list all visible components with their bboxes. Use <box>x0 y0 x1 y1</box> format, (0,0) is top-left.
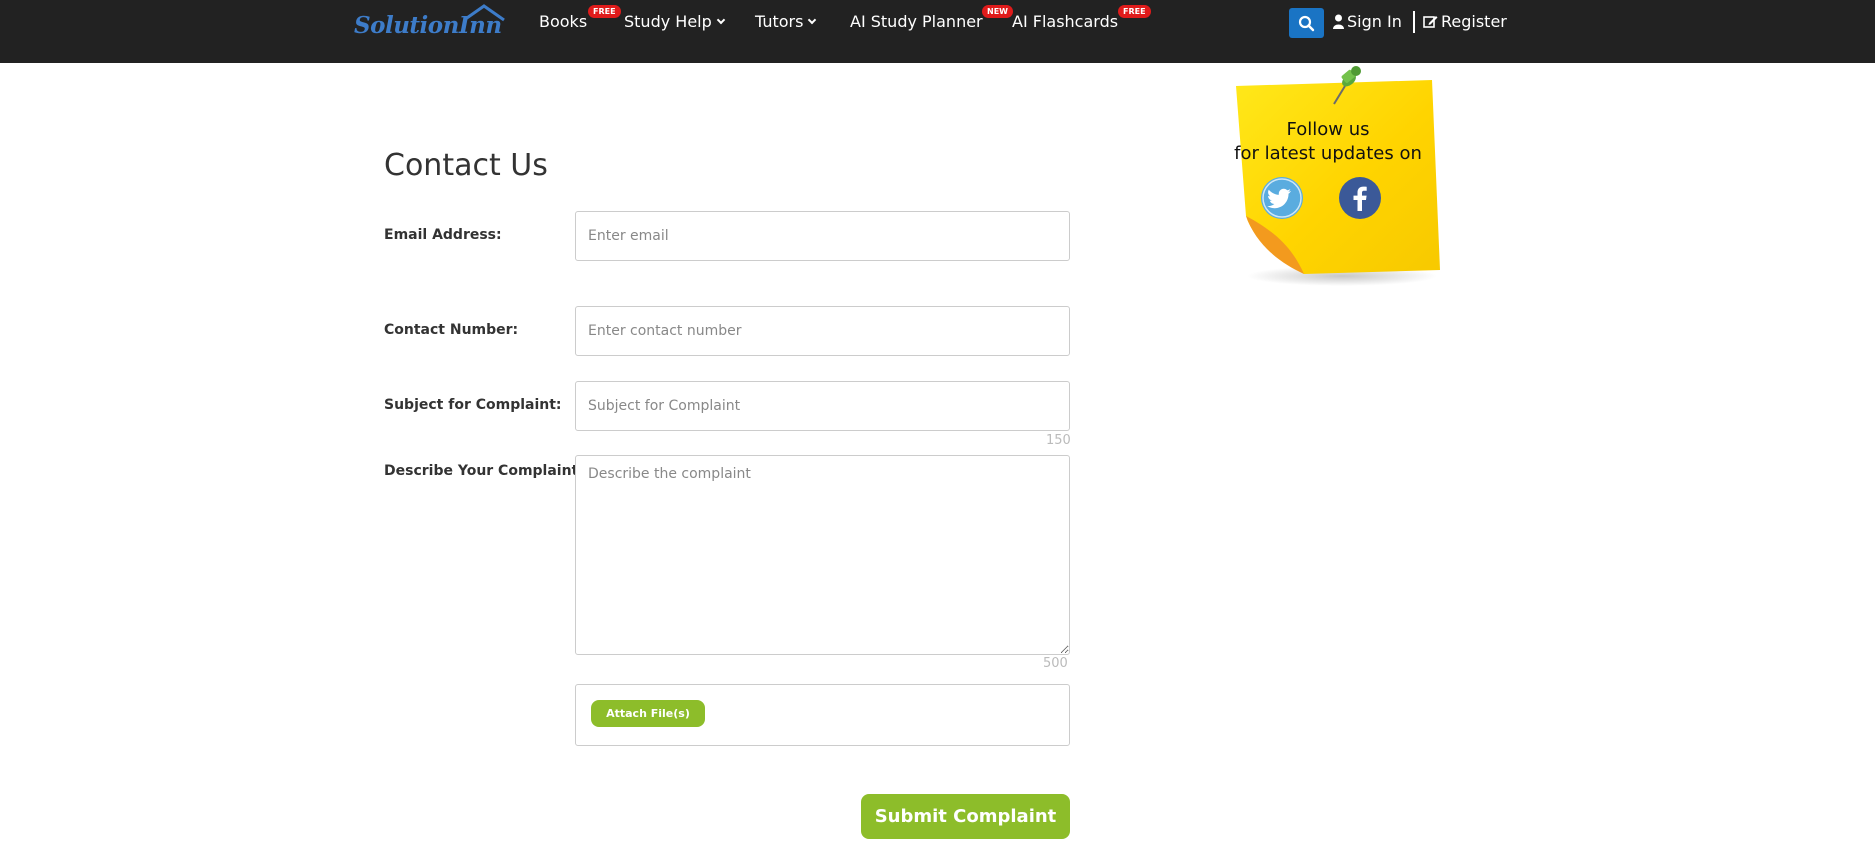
twitter-button[interactable] <box>1261 177 1303 219</box>
attach-files-button[interactable]: Attach File(s) <box>591 700 705 727</box>
nav-ai-study-planner[interactable]: AI Study Planner <box>850 12 983 31</box>
sign-in-link[interactable]: Sign In <box>1333 12 1402 31</box>
facebook-icon <box>1353 186 1367 211</box>
subject-label: Subject for Complaint: <box>384 397 562 413</box>
chevron-down-icon <box>808 15 817 25</box>
sign-in-label: Sign In <box>1347 12 1402 31</box>
submit-complaint-button[interactable]: Submit Complaint <box>861 794 1070 839</box>
describe-complaint-textarea[interactable] <box>575 455 1070 655</box>
subject-char-counter: 150 <box>1046 433 1071 448</box>
nav-study-help-label: Study Help <box>624 12 712 31</box>
email-field[interactable] <box>575 211 1070 261</box>
nav-divider <box>1413 11 1415 33</box>
nav-study-help[interactable]: Study Help <box>624 12 726 31</box>
edit-icon <box>1423 16 1438 28</box>
facebook-button[interactable] <box>1339 177 1381 219</box>
nav-books-label: Books <box>539 12 588 31</box>
contact-number-label: Contact Number: <box>384 322 519 338</box>
register-link[interactable]: Register <box>1423 12 1507 31</box>
books-free-badge: FREE <box>588 5 621 18</box>
email-label: Email Address: <box>384 227 502 243</box>
describe-complaint-label: Describe Your Complaint: <box>384 463 584 479</box>
solutioninn-logo[interactable]: SolutionInn <box>354 4 506 40</box>
latest-updates-line: for latest updates on <box>1234 143 1422 164</box>
page-title: Contact Us <box>384 148 548 183</box>
top-navbar: SolutionInn Books FREE Study Help Tutors… <box>0 0 1875 63</box>
nav-books[interactable]: Books <box>539 12 587 31</box>
ai-study-planner-new-badge: NEW <box>982 5 1013 18</box>
describe-char-counter: 500 <box>1043 656 1068 671</box>
nav-ai-flashcards-label: AI Flashcards <box>1012 12 1119 31</box>
logo-roof-icon <box>463 4 505 22</box>
nav-tutors-label: Tutors <box>755 12 804 31</box>
user-icon <box>1333 14 1344 29</box>
twitter-icon <box>1262 178 1302 218</box>
chevron-down-icon <box>716 15 726 25</box>
follow-us-line: Follow us <box>1286 119 1370 140</box>
subject-field[interactable] <box>575 381 1070 431</box>
ai-flashcards-free-badge: FREE <box>1118 5 1151 18</box>
nav-tutors[interactable]: Tutors <box>755 12 817 31</box>
attach-files-box: Attach File(s) <box>575 684 1070 746</box>
follow-us-text: Follow us for latest updates on <box>1232 118 1424 166</box>
search-button[interactable] <box>1289 8 1324 38</box>
nav-ai-flashcards[interactable]: AI Flashcards <box>1012 12 1118 31</box>
nav-ai-study-planner-label: AI Study Planner <box>850 12 983 31</box>
search-icon <box>1298 15 1315 32</box>
contact-number-field[interactable] <box>575 306 1070 356</box>
register-label: Register <box>1441 12 1507 31</box>
